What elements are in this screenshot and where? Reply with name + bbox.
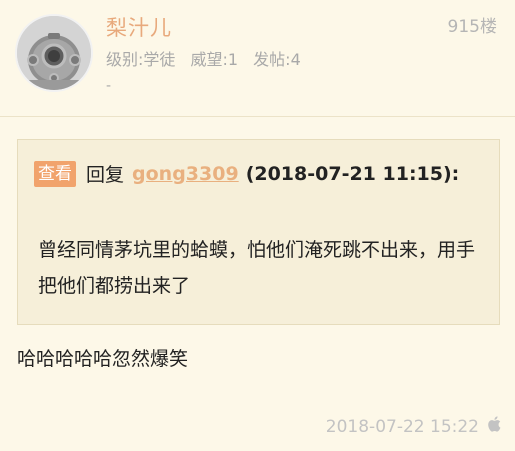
apple-icon	[487, 416, 501, 437]
post-timestamp: 2018-07-22 15:22	[325, 416, 479, 437]
avatar[interactable]	[15, 14, 93, 92]
post-footer: 2018-07-22 15:22	[326, 416, 501, 437]
quote-text: 曾经同情茅坑里的蛤蟆，怕他们淹死跳不出来，用手把他们都捞出来了	[38, 239, 476, 297]
quote-block: 查看 回复 gong3309 (2018-07-21 11:15): 曾经同情茅…	[17, 139, 500, 325]
username[interactable]: 梨汁儿	[106, 12, 172, 42]
reply-label: 回复	[86, 164, 125, 186]
divider	[0, 116, 515, 117]
quoted-date: (2018-07-21 11:15):	[245, 162, 460, 185]
user-signature: -	[106, 78, 112, 94]
view-button[interactable]: 查看	[34, 160, 76, 187]
user-post-count: 发帖:4	[253, 50, 301, 69]
user-level: 级别:学徒	[106, 50, 176, 69]
post-content: 哈哈哈哈哈忽然爆笑	[17, 348, 189, 370]
user-prestige: 威望:1	[190, 50, 239, 69]
quote-header: 查看 回复 gong3309 (2018-07-21 11:15):	[34, 160, 459, 187]
user-meta: 级别:学徒 威望:1 发帖:4	[106, 46, 301, 70]
floor-number: 915楼	[447, 17, 497, 37]
diving-helmet-icon	[17, 16, 91, 90]
quoted-user-link[interactable]: gong3309	[132, 163, 239, 185]
